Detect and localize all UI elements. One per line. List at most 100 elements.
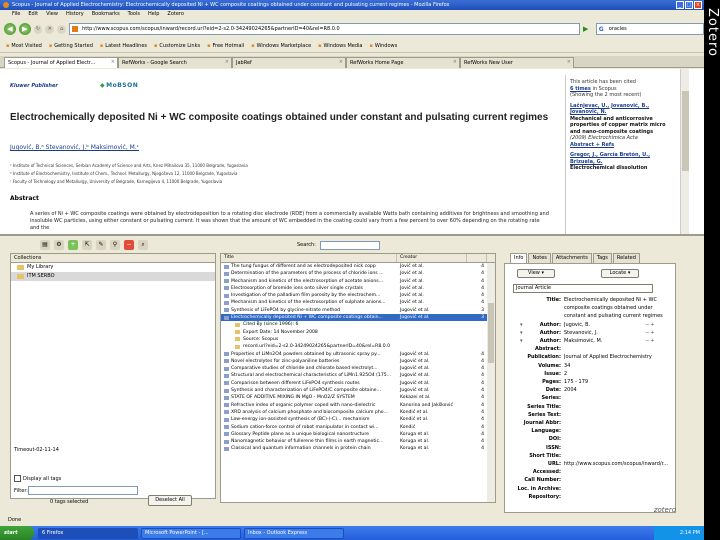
new-item-icon[interactable]: + xyxy=(68,240,78,250)
close-button[interactable]: × xyxy=(694,1,702,9)
bookmark-item[interactable]: Windows Marketplace xyxy=(251,43,312,52)
column-creator[interactable]: Creator xyxy=(397,254,467,262)
home-button[interactable]: ⌂ xyxy=(57,24,67,34)
maximize-button[interactable]: □ xyxy=(685,1,693,9)
cited-count-link[interactable]: 6 times xyxy=(570,86,591,92)
citing-authors-link[interactable]: Gregor, J., García Bretón, U., Brizuela,… xyxy=(570,152,671,165)
stop-button[interactable]: ✕ xyxy=(45,24,55,34)
url-input[interactable]: http://www.scopus.com/scopus/inward/reco… xyxy=(69,23,580,35)
item-row[interactable]: XRD analysis of calcium phosphate and bi… xyxy=(221,409,495,416)
view-button[interactable]: View ▾ xyxy=(517,269,555,278)
forward-button[interactable]: ▶ xyxy=(18,23,31,35)
column-title[interactable]: Title xyxy=(221,254,397,262)
browser-tab[interactable]: RefWorks Home Page × xyxy=(346,57,460,68)
item-row[interactable]: Low-energy ion-assisted synthesis of (BC… xyxy=(221,416,495,423)
tab-info[interactable]: Info xyxy=(510,253,528,263)
bookmark-item[interactable]: Latest Headlines xyxy=(100,43,147,52)
field-value[interactable]: 34 xyxy=(564,363,674,371)
menu-item-view[interactable]: View xyxy=(46,11,58,19)
add-remove-creator-icon[interactable]: −+ xyxy=(645,338,655,346)
bookmark-item[interactable]: Windows Media xyxy=(318,43,363,52)
add-remove-creator-icon[interactable]: −+ xyxy=(645,330,655,338)
start-button[interactable]: start xyxy=(0,526,34,540)
scrollbar-thumb[interactable] xyxy=(682,91,689,171)
tab-related[interactable]: Related xyxy=(612,253,640,263)
create-note-icon[interactable]: ✎ xyxy=(96,240,106,250)
item-row[interactable]: Mechanism and kinetics of the electrosor… xyxy=(221,299,495,306)
locate-button[interactable]: Locate ▾ xyxy=(601,269,639,278)
field-value[interactable]: http://www.scopus.com/scopus/inward/r... xyxy=(564,461,674,469)
child-note-row[interactable]: Source: Scopus xyxy=(221,336,495,343)
field-value[interactable]: 2 xyxy=(564,371,674,379)
expand-triangle-icon[interactable]: ▾ xyxy=(520,338,523,346)
add-remove-creator-icon[interactable]: −+ xyxy=(645,322,655,330)
browser-tab[interactable]: Scopus - Journal of Applied Electr... × xyxy=(4,57,118,68)
link-icon[interactable]: ⚲ xyxy=(110,240,120,250)
field-value[interactable]: 2004 xyxy=(564,387,674,395)
actions-gear-icon[interactable]: ⚙ xyxy=(54,240,64,250)
tab-close-icon[interactable]: × xyxy=(225,59,229,65)
item-row[interactable]: Refractive index of organic polymer cope… xyxy=(221,402,495,409)
field-value[interactable]: Electrochemically deposited Ni + WC xyxy=(564,297,674,305)
item-row[interactable]: Electrosorption of bromide ions onto sil… xyxy=(221,285,495,292)
menu-item-edit[interactable]: Edit xyxy=(28,11,38,19)
child-note-row[interactable]: Cited By (since 1996): 6 xyxy=(221,321,495,328)
item-row[interactable]: Properties of LiMn2O4 powders obtained b… xyxy=(221,351,495,358)
reload-button[interactable]: ↻ xyxy=(33,24,43,34)
search-input[interactable]: G oracles xyxy=(595,23,704,35)
tag-timestamp[interactable]: Timeout-02-11-14 xyxy=(14,447,59,453)
item-row[interactable]: STATE OF ADDITIVE MIXING IN MgO - MnO2/Z… xyxy=(221,394,495,401)
deselect-all-button[interactable]: Deselect All xyxy=(148,495,192,506)
item-row[interactable]: The tung fungus of different and as elec… xyxy=(221,263,495,270)
new-collection-icon[interactable]: ▤ xyxy=(40,240,50,250)
item-row[interactable]: Novel electrolytes for zinc-polyaniline … xyxy=(221,358,495,365)
item-row[interactable]: Classical and quantum information channe… xyxy=(221,445,495,452)
item-row[interactable]: Glossary Peptide plane as a unique biolo… xyxy=(221,431,495,438)
tab-close-icon[interactable]: × xyxy=(567,59,571,65)
field-value[interactable]: constant and pulsating current regimes xyxy=(564,313,674,321)
item-row[interactable]: Nanomagnetic behavior of fullerene thin … xyxy=(221,438,495,445)
back-button[interactable]: ◀ xyxy=(4,23,16,35)
zotero-search-input[interactable] xyxy=(319,240,380,250)
menu-item-history[interactable]: History xyxy=(66,11,84,19)
browser-tab[interactable]: RefWorks New User × xyxy=(460,57,574,68)
tab-close-icon[interactable]: × xyxy=(339,59,343,65)
tab-close-icon[interactable]: × xyxy=(111,59,115,65)
collection-item[interactable]: ITM SERBO xyxy=(11,272,215,281)
display-all-tags-checkbox[interactable]: Display all tags xyxy=(14,475,61,482)
minimize-button[interactable]: _ xyxy=(676,1,684,9)
item-row[interactable]: Comparison between different LiFePO4 syn… xyxy=(221,380,495,387)
item-row[interactable]: Determination of the parameters of the p… xyxy=(221,270,495,277)
bookmark-item[interactable]: Most Visited xyxy=(6,43,41,52)
bookmark-item[interactable]: Free Hotmail xyxy=(207,43,245,52)
child-note-row[interactable]: record.url?eid=2-s2.0-34249024265&partne… xyxy=(221,343,495,350)
menu-item-tools[interactable]: Tools xyxy=(128,11,140,19)
field-value[interactable]: Maksimović, M. xyxy=(564,338,674,346)
menu-item-file[interactable]: File xyxy=(12,11,20,19)
publisher-name[interactable]: Kluwer Publisher xyxy=(10,83,58,89)
tab-close-icon[interactable]: × xyxy=(453,59,457,65)
bookmark-item[interactable]: Windows xyxy=(369,43,397,52)
taskbar-button[interactable]: Inbox - Outlook Express xyxy=(244,527,344,539)
tab-tags[interactable]: Tags xyxy=(592,253,612,263)
child-note-row[interactable]: Export Date: 14 November 2008 xyxy=(221,329,495,336)
citing-authors-link[interactable]: Lačnjevac, U., Jovanović, B., Jovanović,… xyxy=(570,103,671,116)
taskbar-button[interactable]: 6 Firefox xyxy=(38,527,138,539)
column-extra[interactable] xyxy=(467,254,487,262)
item-row[interactable]: Synthesis of LiFePO4 by glycine-nitrate … xyxy=(221,307,495,314)
abstract-refs-link[interactable]: Abstract + Refs xyxy=(570,142,671,149)
collection-item[interactable]: My Library xyxy=(11,263,215,272)
article-authors[interactable]: Jugović, B.ᵃ Stevanović, J.ᵇ Maksimović,… xyxy=(10,144,139,151)
webpage-scrollbar[interactable] xyxy=(680,69,689,234)
field-value[interactable]: Stevanović, J. xyxy=(564,330,674,338)
field-value[interactable]: Journal of Applied Electrochemistry xyxy=(564,354,674,362)
menu-item-help[interactable]: Help xyxy=(148,11,159,19)
field-value[interactable]: Jugović, B. xyxy=(564,322,674,330)
item-type-select[interactable]: Journal Article xyxy=(513,284,653,293)
item-row[interactable]: Investigation of the palladium film poro… xyxy=(221,292,495,299)
remove-item-icon[interactable]: − xyxy=(124,240,134,250)
item-row[interactable]: Electrochemically deposited Ni + WC comp… xyxy=(221,314,495,322)
item-row[interactable]: Synthesis and characterization of LiFePO… xyxy=(221,387,495,394)
item-row[interactable]: Structural and electrochemical character… xyxy=(221,372,495,379)
advanced-search-icon[interactable]: ⌕ xyxy=(138,240,148,250)
